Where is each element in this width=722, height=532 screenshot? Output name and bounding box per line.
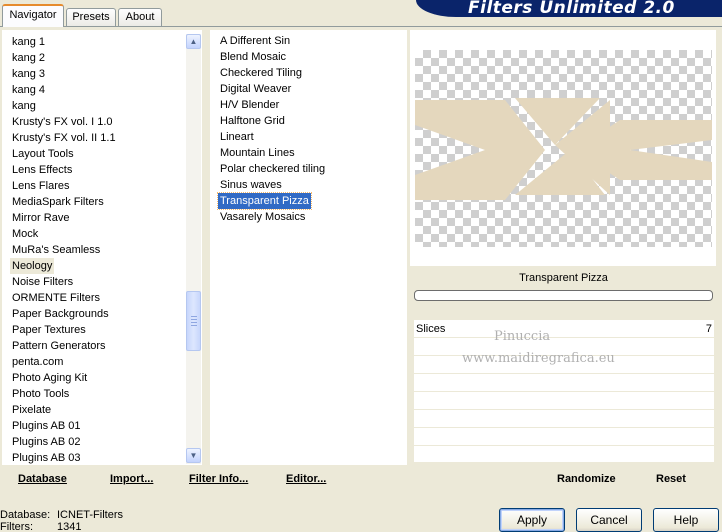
category-item[interactable]: Mock (10, 226, 40, 242)
category-item[interactable]: Paper Backgrounds (10, 306, 111, 322)
filter-item[interactable]: H/V Blender (218, 97, 281, 113)
filter-info-button[interactable]: Filter Info... (189, 473, 248, 485)
filter-item[interactable]: Digital Weaver (218, 81, 293, 97)
param-slices-label: Slices (416, 323, 446, 335)
category-item[interactable]: MediaSpark Filters (10, 194, 106, 210)
status-filters-label: Filters: (0, 521, 33, 532)
status-filters-value: 1341 (57, 521, 82, 532)
status-database-value: ICNET-Filters (57, 509, 123, 521)
tab-about[interactable]: About (118, 8, 162, 26)
category-item[interactable]: Paper Textures (10, 322, 88, 338)
category-item[interactable]: Noise Filters (10, 274, 75, 290)
scroll-thumb[interactable] (186, 291, 201, 351)
pizza-shape (415, 98, 712, 200)
category-item[interactable]: Mirror Rave (10, 210, 71, 226)
selected-filter-title: Transparent Pizza (519, 272, 608, 284)
filter-item[interactable]: Halftone Grid (218, 113, 287, 129)
randomize-button[interactable]: Randomize (557, 473, 616, 485)
watermark-url: www.maidiregrafica.eu (462, 351, 615, 366)
category-item[interactable]: MuRa's Seamless (10, 242, 102, 258)
scroll-down-button[interactable]: ▼ (186, 448, 201, 463)
tab-presets[interactable]: Presets (66, 8, 116, 26)
category-item[interactable]: Photo Aging Kit (10, 370, 89, 386)
category-item[interactable]: kang 1 (10, 34, 47, 50)
filter-item[interactable]: Polar checkered tiling (218, 161, 327, 177)
apply-button[interactable]: Apply (499, 508, 565, 532)
category-item[interactable]: Lens Flares (10, 178, 71, 194)
filter-item[interactable]: Lineart (218, 129, 256, 145)
category-item[interactable]: Krusty's FX vol. I 1.0 (10, 114, 115, 130)
editor-button[interactable]: Editor... (286, 473, 326, 485)
filter-item[interactable]: A Different Sin (218, 33, 292, 49)
category-item[interactable]: Krusty's FX vol. II 1.1 (10, 130, 118, 146)
category-scrollbar[interactable]: ▲ ▼ (186, 34, 201, 464)
status-database-label: Database: (0, 509, 51, 521)
category-item[interactable]: Lens Effects (10, 162, 74, 178)
category-list: kang 1 kang 2 kang 3 kang 4 kang Krusty's FX … (0, 27, 188, 465)
reset-button[interactable]: Reset (656, 473, 686, 485)
cancel-button[interactable]: Cancel (576, 508, 642, 532)
category-item[interactable]: Neology (10, 258, 55, 274)
app-title-banner: Filters Unlimited 2.0 (416, 0, 722, 17)
param-slices[interactable]: Slices 7 (414, 320, 714, 337)
category-item[interactable]: penta.com (10, 354, 65, 370)
help-button[interactable]: Help (653, 508, 719, 532)
category-item[interactable]: kang 4 (10, 82, 47, 98)
filter-item[interactable]: Mountain Lines (218, 145, 297, 161)
category-item[interactable]: kang (10, 98, 38, 114)
pizza-slice-left (415, 100, 545, 200)
param-slices-value[interactable]: 7 (706, 323, 712, 335)
filter-item[interactable]: Sinus waves (218, 177, 284, 193)
parameter-panel: Slices 7 Pinuccia www.maidiregrafica.eu (414, 320, 714, 462)
category-item[interactable]: Plugins AB 02 (10, 434, 83, 450)
category-item[interactable]: kang 2 (10, 50, 47, 66)
tab-strip: Navigator Presets About (0, 0, 420, 27)
progress-bar (414, 290, 713, 301)
category-item[interactable]: Layout Tools (10, 146, 76, 162)
scroll-up-button[interactable]: ▲ (186, 34, 201, 49)
filter-item[interactable]: Blend Mosaic (218, 49, 288, 65)
watermark-name: Pinuccia (494, 329, 551, 344)
category-item[interactable]: Pattern Generators (10, 338, 108, 354)
category-item[interactable]: kang 3 (10, 66, 47, 82)
import-button[interactable]: Import... (110, 473, 153, 485)
category-item[interactable]: ORMENTE Filters (10, 290, 102, 306)
category-item[interactable]: Plugins AB 03 (10, 450, 83, 465)
filter-item[interactable]: Transparent Pizza (217, 192, 312, 210)
category-item[interactable]: Photo Tools (10, 386, 71, 402)
database-button[interactable]: Database (18, 473, 67, 485)
category-item[interactable]: Plugins AB 01 (10, 418, 83, 434)
filter-item[interactable]: Vasarely Mosaics (218, 209, 307, 225)
preview-image (415, 50, 712, 247)
category-item[interactable]: Pixelate (10, 402, 53, 418)
filter-item[interactable]: Checkered Tiling (218, 65, 304, 81)
tab-navigator[interactable]: Navigator (2, 4, 64, 27)
